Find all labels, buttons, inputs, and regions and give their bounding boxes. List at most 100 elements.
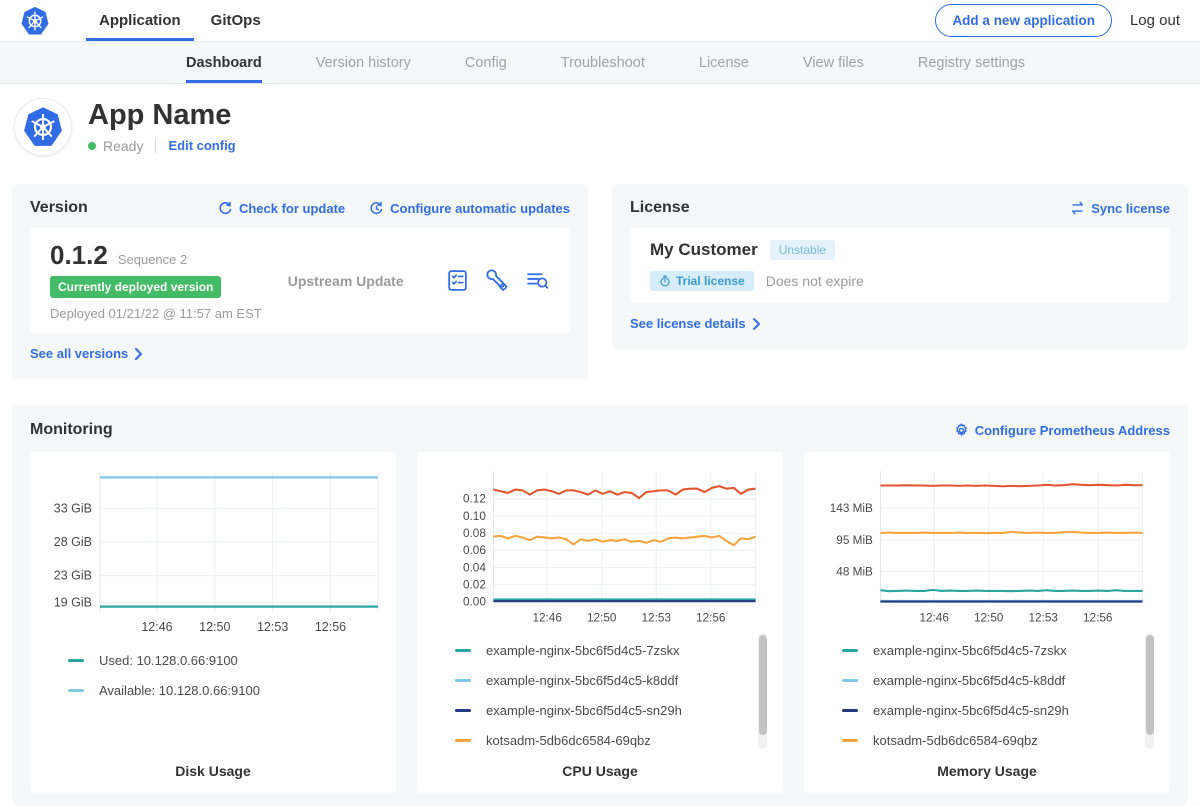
- chart-legend: example-nginx-5bc6f5d4c5-7zskx example-ng…: [425, 629, 775, 763]
- series-line-unlabeled-series: [880, 484, 1142, 486]
- deployed-timestamp: Deployed 01/21/22 @ 11:57 am EST: [50, 306, 262, 321]
- legend-swatch: [68, 689, 84, 692]
- tab-license[interactable]: License: [699, 42, 749, 83]
- svg-text:12:53: 12:53: [642, 611, 672, 624]
- monitoring-title: Monitoring: [30, 421, 113, 439]
- legend-swatch: [842, 649, 858, 652]
- chart-legend: example-nginx-5bc6f5d4c5-7zskx example-ng…: [812, 629, 1162, 763]
- svg-text:12:56: 12:56: [315, 620, 346, 634]
- svg-text:0.12: 0.12: [463, 493, 486, 506]
- current-version-box: 0.1.2 Sequence 2 Currently deployed vers…: [30, 228, 570, 333]
- svg-text:0.08: 0.08: [463, 527, 486, 540]
- legend-label: Available: 10.128.0.66:9100: [99, 683, 260, 698]
- chart-plot: 0.120.100.080.060.040.020.0012:4612:5012…: [425, 464, 775, 629]
- add-new-application-button[interactable]: Add a new application: [935, 4, 1112, 37]
- legend-swatch: [455, 649, 471, 652]
- license-card: License Sync license My Customer Unstabl…: [612, 184, 1188, 349]
- svg-text:0.02: 0.02: [463, 578, 486, 591]
- legend-label: example-nginx-5bc6f5d4c5-7zskx: [873, 643, 1067, 658]
- chart-title: Memory Usage: [812, 763, 1162, 783]
- sync-icon: [1070, 201, 1085, 215]
- legend-item: example-nginx-5bc6f5d4c5-sn29h: [842, 703, 1136, 718]
- tab-troubleshoot[interactable]: Troubleshoot: [561, 42, 645, 83]
- see-license-details-link[interactable]: See license details: [630, 316, 761, 331]
- svg-text:28 GiB: 28 GiB: [54, 535, 92, 549]
- kubernetes-logo-icon: [20, 0, 50, 41]
- svg-text:48 MiB: 48 MiB: [836, 565, 873, 578]
- legend-scrollbar-thumb[interactable]: [1146, 635, 1154, 735]
- top-tab-application[interactable]: Application: [84, 0, 196, 41]
- scheduled-update-icon: [369, 201, 384, 216]
- tab-registry-settings[interactable]: Registry settings: [918, 42, 1025, 83]
- svg-text:12:56: 12:56: [1083, 611, 1113, 624]
- channel-badge: Unstable: [770, 240, 835, 260]
- legend-scrollbar[interactable]: [758, 633, 767, 749]
- version-number: 0.1.2: [50, 240, 108, 271]
- version-card: Version Check for update Configure autom…: [12, 184, 588, 379]
- svg-text:12:46: 12:46: [532, 611, 562, 624]
- legend-label: Used: 10.128.0.66:9100: [99, 653, 238, 668]
- svg-text:12:56: 12:56: [696, 611, 726, 624]
- legend-label: example-nginx-5bc6f5d4c5-7zskx: [486, 643, 680, 658]
- logout-button[interactable]: Log out: [1130, 12, 1180, 29]
- app-logo-icon: [14, 98, 72, 156]
- svg-text:12:46: 12:46: [141, 620, 172, 634]
- chevron-right-icon: [752, 318, 761, 330]
- legend-swatch: [455, 739, 471, 742]
- chart-title: Disk Usage: [38, 763, 388, 783]
- legend-label: example-nginx-5bc6f5d4c5-sn29h: [486, 703, 682, 718]
- tab-view-files[interactable]: View files: [803, 42, 864, 83]
- see-all-versions-link[interactable]: See all versions: [30, 346, 143, 361]
- svg-text:0.10: 0.10: [463, 510, 486, 523]
- version-sequence: Sequence 2: [118, 252, 187, 267]
- tab-version-history[interactable]: Version history: [316, 42, 411, 83]
- legend-item: kotsadm-5db6dc6584-69qbz: [455, 733, 749, 748]
- legend-item: Used: 10.128.0.66:9100: [68, 653, 362, 668]
- secondary-nav: Dashboard Version history Config Troublesho…: [0, 42, 1200, 84]
- customer-name: My Customer: [650, 240, 758, 260]
- edit-config-link[interactable]: Edit config: [168, 138, 235, 153]
- legend-swatch: [842, 709, 858, 712]
- series-line-kotsadm-5db6dc6584-69qbz: [880, 532, 1142, 533]
- svg-text:12:46: 12:46: [919, 611, 949, 624]
- legend-scrollbar[interactable]: [1145, 633, 1154, 749]
- legend-item: example-nginx-5bc6f5d4c5-k8ddf: [455, 673, 749, 688]
- sync-license-link[interactable]: Sync license: [1070, 201, 1170, 216]
- legend-swatch: [455, 709, 471, 712]
- legend-swatch: [842, 679, 858, 682]
- deployed-status-badge: Currently deployed version: [50, 276, 221, 298]
- charts-row: 33 GiB28 GiB23 GiB19 GiB12:4612:5012:531…: [30, 452, 1170, 793]
- series-line-kotsadm-5db6dc6584-69qbz: [493, 536, 755, 545]
- monitoring-section: Monitoring Configure Prometheus Address …: [12, 405, 1188, 806]
- chart-title: CPU Usage: [425, 763, 775, 783]
- divider: [155, 139, 156, 153]
- chart-card-disk-usage: 33 GiB28 GiB23 GiB19 GiB12:4612:5012:531…: [30, 452, 396, 793]
- check-for-update-link[interactable]: Check for update: [218, 201, 345, 216]
- stopwatch-icon: [659, 275, 671, 287]
- legend-scrollbar-thumb[interactable]: [759, 635, 767, 735]
- legend-label: kotsadm-5db6dc6584-69qbz: [486, 733, 651, 748]
- svg-text:12:50: 12:50: [199, 620, 230, 634]
- preflight-checks-icon[interactable]: [445, 268, 470, 293]
- series-line-example-nginx-5bc6f5d4c5-7zskx: [880, 590, 1142, 591]
- svg-text:0.00: 0.00: [463, 596, 486, 609]
- svg-text:12:53: 12:53: [257, 620, 288, 634]
- legend-item: example-nginx-5bc6f5d4c5-k8ddf: [842, 673, 1136, 688]
- top-nav: ApplicationGitOps Add a new application …: [0, 0, 1200, 42]
- legend-item: example-nginx-5bc6f5d4c5-7zskx: [842, 643, 1136, 658]
- view-logs-icon[interactable]: [525, 268, 550, 293]
- legend-item: kotsadm-5db6dc6584-69qbz: [842, 733, 1136, 748]
- legend-swatch: [842, 739, 858, 742]
- edit-config-wrench-icon[interactable]: [485, 268, 510, 293]
- series-line-unlabeled-series: [493, 486, 755, 498]
- top-tab-gitops[interactable]: GitOps: [196, 0, 276, 41]
- version-card-title: Version: [30, 199, 88, 217]
- top-nav-tabs: ApplicationGitOps: [84, 0, 276, 41]
- configure-automatic-updates-link[interactable]: Configure automatic updates: [369, 201, 570, 216]
- tab-config[interactable]: Config: [465, 42, 507, 83]
- app-status: Ready: [103, 138, 143, 154]
- legend-swatch: [68, 659, 84, 662]
- configure-prometheus-link[interactable]: Configure Prometheus Address: [954, 423, 1170, 438]
- license-card-title: License: [630, 199, 690, 217]
- tab-dashboard[interactable]: Dashboard: [186, 42, 262, 83]
